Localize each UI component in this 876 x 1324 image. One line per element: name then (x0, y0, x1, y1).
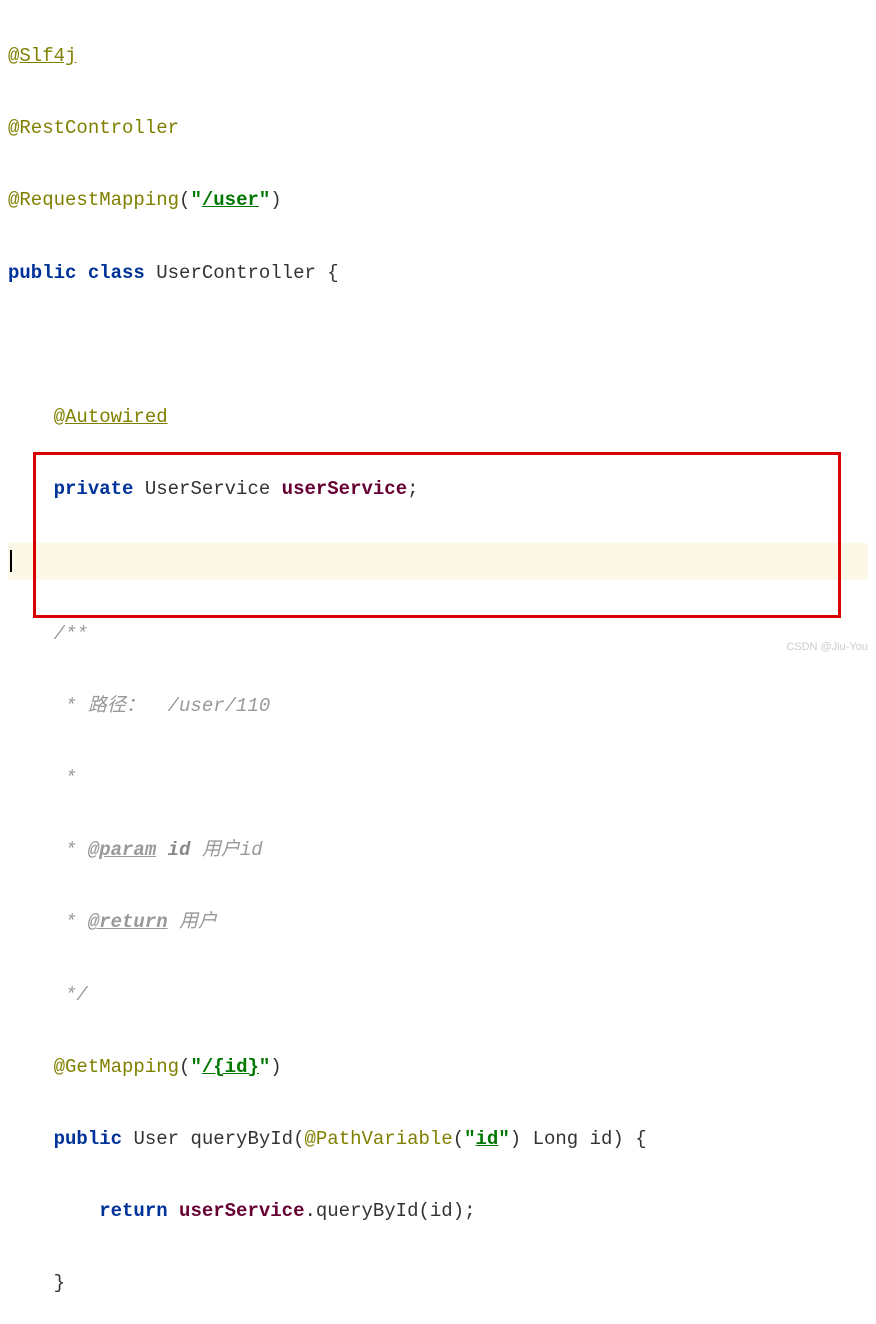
path-var-name: id (476, 1128, 499, 1150)
code-line: * @param id 用户id (8, 832, 868, 868)
annotation-at: @ (8, 45, 19, 67)
code-line: public class UserController { (8, 255, 868, 291)
code-line: @RestController (8, 110, 868, 146)
param-tag: @param (88, 839, 156, 861)
annotation-at: @ (8, 189, 19, 211)
javadoc-line: * 路径： /user/110 (54, 695, 271, 717)
public-keyword: public (54, 1128, 122, 1150)
annotation-at: @ (54, 1056, 65, 1078)
code-line: @Slf4j (8, 38, 868, 74)
javadoc-prefix: * (54, 911, 88, 933)
lparen: ( (453, 1128, 464, 1150)
code-line: public User queryById(@PathVariable("id"… (8, 1121, 868, 1157)
rparen: ) (270, 189, 281, 211)
quote: " (190, 189, 201, 211)
text-cursor (10, 550, 12, 572)
rparen: ) (612, 1128, 623, 1150)
code-line: @RequestMapping("/user") (8, 182, 868, 218)
blank-line (8, 327, 868, 363)
lbrace: { (624, 1128, 647, 1150)
return-tag: @return (88, 911, 168, 933)
lparen: ( (179, 1056, 190, 1078)
public-keyword: public (8, 262, 76, 284)
quote: " (498, 1128, 509, 1150)
class-keyword: class (88, 262, 145, 284)
getmapping-annotation: GetMapping (65, 1056, 179, 1078)
field-name: userService (282, 478, 407, 500)
quote: " (259, 1056, 270, 1078)
javadoc-prefix: * (54, 839, 88, 861)
quote: " (259, 189, 270, 211)
restcontroller-annotation: RestController (19, 117, 179, 139)
code-line: */ (8, 977, 868, 1013)
return-desc: 用户 (168, 911, 217, 933)
type-name: Long (533, 1128, 579, 1150)
field-ref: userService (179, 1200, 304, 1222)
javadoc-start: /** (54, 623, 88, 645)
rparen: ) (270, 1056, 281, 1078)
type-name: UserService (145, 478, 270, 500)
param-name: id (590, 1128, 613, 1150)
lbrace: { (316, 262, 339, 284)
mapping-path: /user (202, 189, 259, 211)
quote: " (464, 1128, 475, 1150)
slf4j-annotation: Slf4j (19, 45, 76, 67)
mapping-path: /{id} (202, 1056, 259, 1078)
requestmapping-annotation: RequestMapping (19, 189, 179, 211)
autowired-annotation: Autowired (65, 406, 168, 428)
code-line: /** (8, 616, 868, 652)
rbrace: } (54, 1272, 65, 1294)
code-line: * @return 用户 (8, 904, 868, 940)
code-line: * 路径： /user/110 (8, 688, 868, 724)
annotation-at: @ (8, 117, 19, 139)
javadoc-end: */ (54, 984, 88, 1006)
watermark-text: CSDN @Jiu-You (786, 637, 868, 658)
rparen: ) (510, 1128, 521, 1150)
return-keyword: return (99, 1200, 167, 1222)
annotation-at: @ (304, 1128, 315, 1150)
method-name: queryById (190, 1128, 293, 1150)
code-line: @Autowired (8, 399, 868, 435)
quote: " (190, 1056, 201, 1078)
current-line-highlight (8, 543, 868, 579)
code-editor[interactable]: @Slf4j @RestController @RequestMapping("… (0, 0, 876, 1324)
pathvariable-annotation: PathVariable (316, 1128, 453, 1150)
param-name: id (156, 839, 190, 861)
code-line: @GetMapping("/{id}") (8, 1049, 868, 1085)
type-name: User (133, 1128, 179, 1150)
code-line: private UserService userService; (8, 471, 868, 507)
semicolon: ; (407, 478, 418, 500)
lparen: ( (293, 1128, 304, 1150)
code-line: } (8, 1265, 868, 1301)
annotation-at: @ (54, 406, 65, 428)
javadoc-line: * (54, 767, 77, 789)
method-call: .queryById(id); (304, 1200, 475, 1222)
class-name: UserController (156, 262, 316, 284)
code-line: * (8, 760, 868, 796)
param-desc: 用户id (190, 839, 262, 861)
lparen: ( (179, 189, 190, 211)
private-keyword: private (54, 478, 134, 500)
code-line: return userService.queryById(id); (8, 1193, 868, 1229)
